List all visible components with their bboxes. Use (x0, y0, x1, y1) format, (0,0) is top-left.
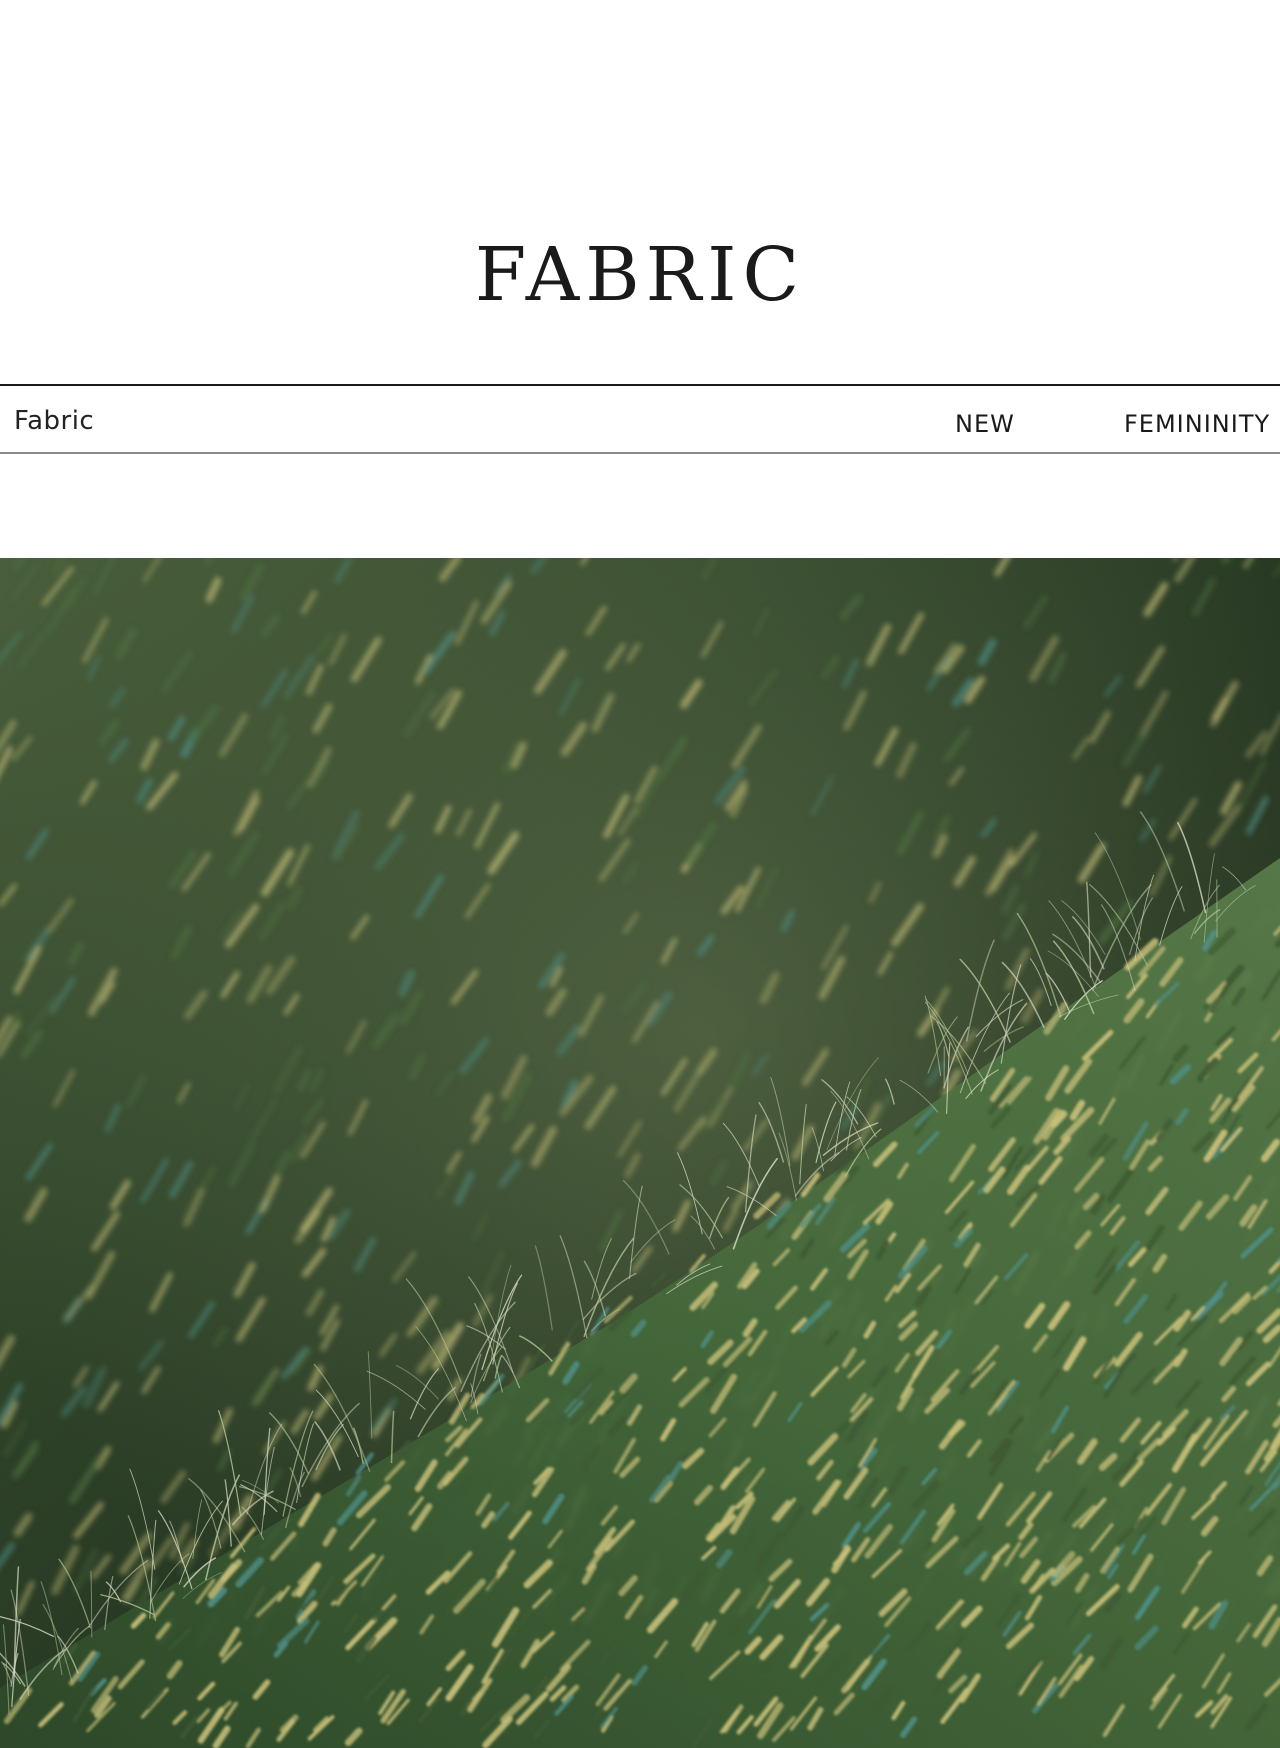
section-label: Fabric (14, 406, 95, 436)
nav-link-femininity[interactable]: FEMININITY (1124, 410, 1270, 438)
nav-link-new[interactable]: NEW (955, 410, 1015, 438)
fabric-texture-image (0, 558, 1280, 1748)
section-nav-bar: Fabric NEW FEMININITY (0, 384, 1280, 454)
hero-image-fabric (0, 558, 1280, 1748)
page-title: FABRIC (474, 232, 806, 318)
page: FABRIC Fabric NEW FEMININITY (0, 0, 1280, 1748)
